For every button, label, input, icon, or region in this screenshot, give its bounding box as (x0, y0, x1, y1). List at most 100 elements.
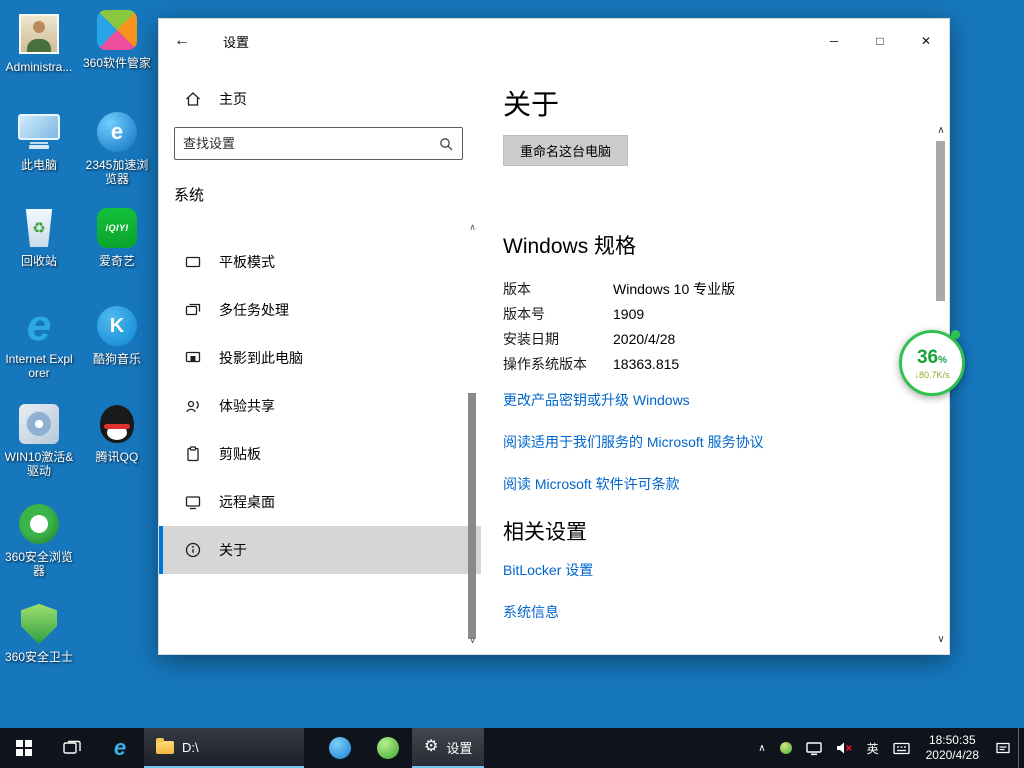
rename-pc-button[interactable]: 重命名这台电脑 (503, 135, 628, 166)
sidebar-scrollbar-thumb[interactable] (468, 393, 476, 639)
search-icon[interactable] (439, 137, 453, 151)
settings-taskbar-button[interactable]: ⚙ 设置 (412, 728, 484, 768)
spec-table: 版本 Windows 10 专业版 版本号 1909 安装日期 2020/4/2… (503, 276, 903, 376)
start-menu-button[interactable] (0, 728, 48, 768)
sidebar-item-label: 远程桌面 (219, 492, 275, 512)
desktop-icon-administrator[interactable]: Administra... (2, 12, 76, 74)
net-speed-float-widget[interactable]: 36 % ↓80.7K/s (899, 330, 965, 396)
sidebar-item-clipboard[interactable]: 剪贴板 (159, 430, 481, 478)
scroll-down-icon[interactable]: ∨ (466, 634, 479, 646)
content-scrollbar-thumb[interactable] (936, 141, 945, 301)
edge-browser-button[interactable]: e (96, 728, 144, 768)
desktop-icon-this-pc[interactable]: 此电脑 (2, 110, 76, 172)
volume-button[interactable] (829, 728, 860, 768)
maximize-button[interactable]: □ (857, 19, 903, 63)
clock[interactable]: 18:50:35 2020/4/28 (917, 728, 988, 768)
scroll-up-icon[interactable]: ∧ (934, 125, 948, 137)
selected-accent-bar (159, 526, 163, 574)
desktop-icon-label: Administra... (2, 60, 76, 74)
desktop-icon-label: 2345加速浏览器 (80, 158, 154, 186)
gear-icon: ⚙ (424, 739, 438, 755)
hidden-icons-button[interactable]: ∧ (751, 728, 772, 768)
sidebar-section-title: 系统 (174, 184, 481, 205)
desktop-icon-win10-activation[interactable]: WIN10激活&驱动 (2, 402, 76, 478)
action-center-icon (995, 741, 1011, 756)
window-title: 设置 (223, 32, 249, 51)
desktop-icon-360-secure-browser[interactable]: 360安全浏览器 (2, 502, 76, 578)
edge-icon: e (114, 737, 126, 759)
page-title: 关于 (503, 83, 903, 123)
sidebar-item-projecting[interactable]: 投影到此电脑 (159, 334, 481, 382)
desktop-icon-2345-browser[interactable]: e 2345加速浏览器 (80, 110, 154, 186)
action-center-button[interactable] (988, 728, 1018, 768)
change-product-key-link[interactable]: 更改产品密钥或升级 Windows (503, 390, 903, 410)
settings-content: 关于 重命名这台电脑 Windows 规格 版本 Windows 10 专业版 … (481, 63, 949, 654)
network-icon (806, 741, 822, 756)
task-view-icon (63, 740, 81, 756)
tray-360-button[interactable] (773, 728, 799, 768)
license-terms-link[interactable]: 阅读 Microsoft 软件许可条款 (503, 474, 903, 494)
explorer-d-drive-button[interactable]: D:\ (144, 728, 304, 768)
settings-window: ← 设置 ─ □ ✕ 主页 系统 (158, 18, 950, 655)
back-button[interactable]: ← (159, 19, 205, 63)
language-label: 英 (867, 740, 879, 757)
sidebar-item-label: 体验共享 (219, 396, 275, 416)
desktop-icon-label: 360安全卫士 (2, 650, 76, 664)
desktop-icon-label: Internet Explorer (2, 352, 76, 380)
minimize-button[interactable]: ─ (811, 19, 857, 63)
sidebar-scrollbar: ∧ ∨ (466, 221, 479, 646)
remote-desktop-icon (184, 493, 202, 511)
titlebar: ← 设置 ─ □ ✕ (159, 19, 949, 63)
touch-keyboard-button[interactable] (886, 728, 917, 768)
desktop-icon-internet-explorer[interactable]: e Internet Explorer (2, 304, 76, 380)
pinned-app-blue-button[interactable] (316, 728, 364, 768)
desktop-icon-label: 360软件管家 (80, 56, 154, 70)
scroll-down-icon[interactable]: ∨ (934, 634, 948, 646)
iqiyi-icon: iQIYI (94, 206, 140, 250)
spec-row-version: 版本号 1909 (503, 301, 903, 326)
memory-percent: 36 (917, 347, 938, 369)
settings-sidebar: 主页 系统 平板模式 多任务处理 (159, 63, 481, 654)
tencent-qq-icon (94, 402, 140, 446)
bitlocker-settings-link[interactable]: BitLocker 设置 (503, 560, 903, 580)
folder-icon (156, 741, 174, 754)
task-view-button[interactable] (48, 728, 96, 768)
related-settings-title: 相关设置 (503, 516, 903, 546)
home-icon (184, 90, 202, 108)
desktop-icon-kugou-music[interactable]: K 酷狗音乐 (80, 304, 154, 366)
sidebar-item-remote-desktop[interactable]: 远程桌面 (159, 478, 481, 526)
language-indicator[interactable]: 英 (860, 728, 886, 768)
blue-globe-icon (329, 737, 351, 759)
sidebar-item-multitasking[interactable]: 多任务处理 (159, 286, 481, 334)
desktop-icon-360-software-manager[interactable]: 360软件管家 (80, 8, 154, 70)
scroll-up-icon[interactable]: ∧ (466, 221, 479, 233)
desktop-icon-label: 此电脑 (2, 158, 76, 172)
spec-label: 安装日期 (503, 329, 613, 349)
sidebar-item-about[interactable]: 关于 (159, 526, 481, 574)
tablet-mode-icon (184, 253, 202, 271)
spec-label: 版本 (503, 279, 613, 299)
internet-explorer-icon: e (16, 304, 62, 348)
services-agreement-link[interactable]: 阅读适用于我们服务的 Microsoft 服务协议 (503, 432, 903, 452)
desktop-icon-label: 酷狗音乐 (80, 352, 154, 366)
spec-value: 18363.815 (613, 356, 679, 372)
close-button[interactable]: ✕ (903, 19, 949, 63)
search-input[interactable] (175, 136, 439, 151)
desktop-icon-label: 爱奇艺 (80, 254, 154, 268)
desktop-icon-recycle-bin[interactable]: ♻ 回收站 (2, 206, 76, 268)
pinned-app-green-button[interactable] (364, 728, 412, 768)
win10-activation-icon (16, 402, 62, 446)
desktop-icon-tencent-qq[interactable]: 腾讯QQ (80, 402, 154, 464)
network-button[interactable] (799, 728, 829, 768)
sidebar-item-tablet-mode[interactable]: 平板模式 (159, 238, 481, 286)
clock-date: 2020/4/28 (926, 748, 979, 763)
drive-label: D:\ (182, 740, 199, 755)
windows-logo-icon (16, 740, 32, 756)
sidebar-item-shared-experiences[interactable]: 体验共享 (159, 382, 481, 430)
sidebar-item-home[interactable]: 主页 (159, 81, 481, 117)
desktop-icon-360-safe-guard[interactable]: 360安全卫士 (2, 602, 76, 664)
desktop-icon-iqiyi[interactable]: iQIYI 爱奇艺 (80, 206, 154, 268)
chevron-up-icon: ∧ (758, 743, 765, 754)
show-desktop-button[interactable] (1018, 728, 1024, 768)
system-info-link[interactable]: 系统信息 (503, 602, 903, 622)
